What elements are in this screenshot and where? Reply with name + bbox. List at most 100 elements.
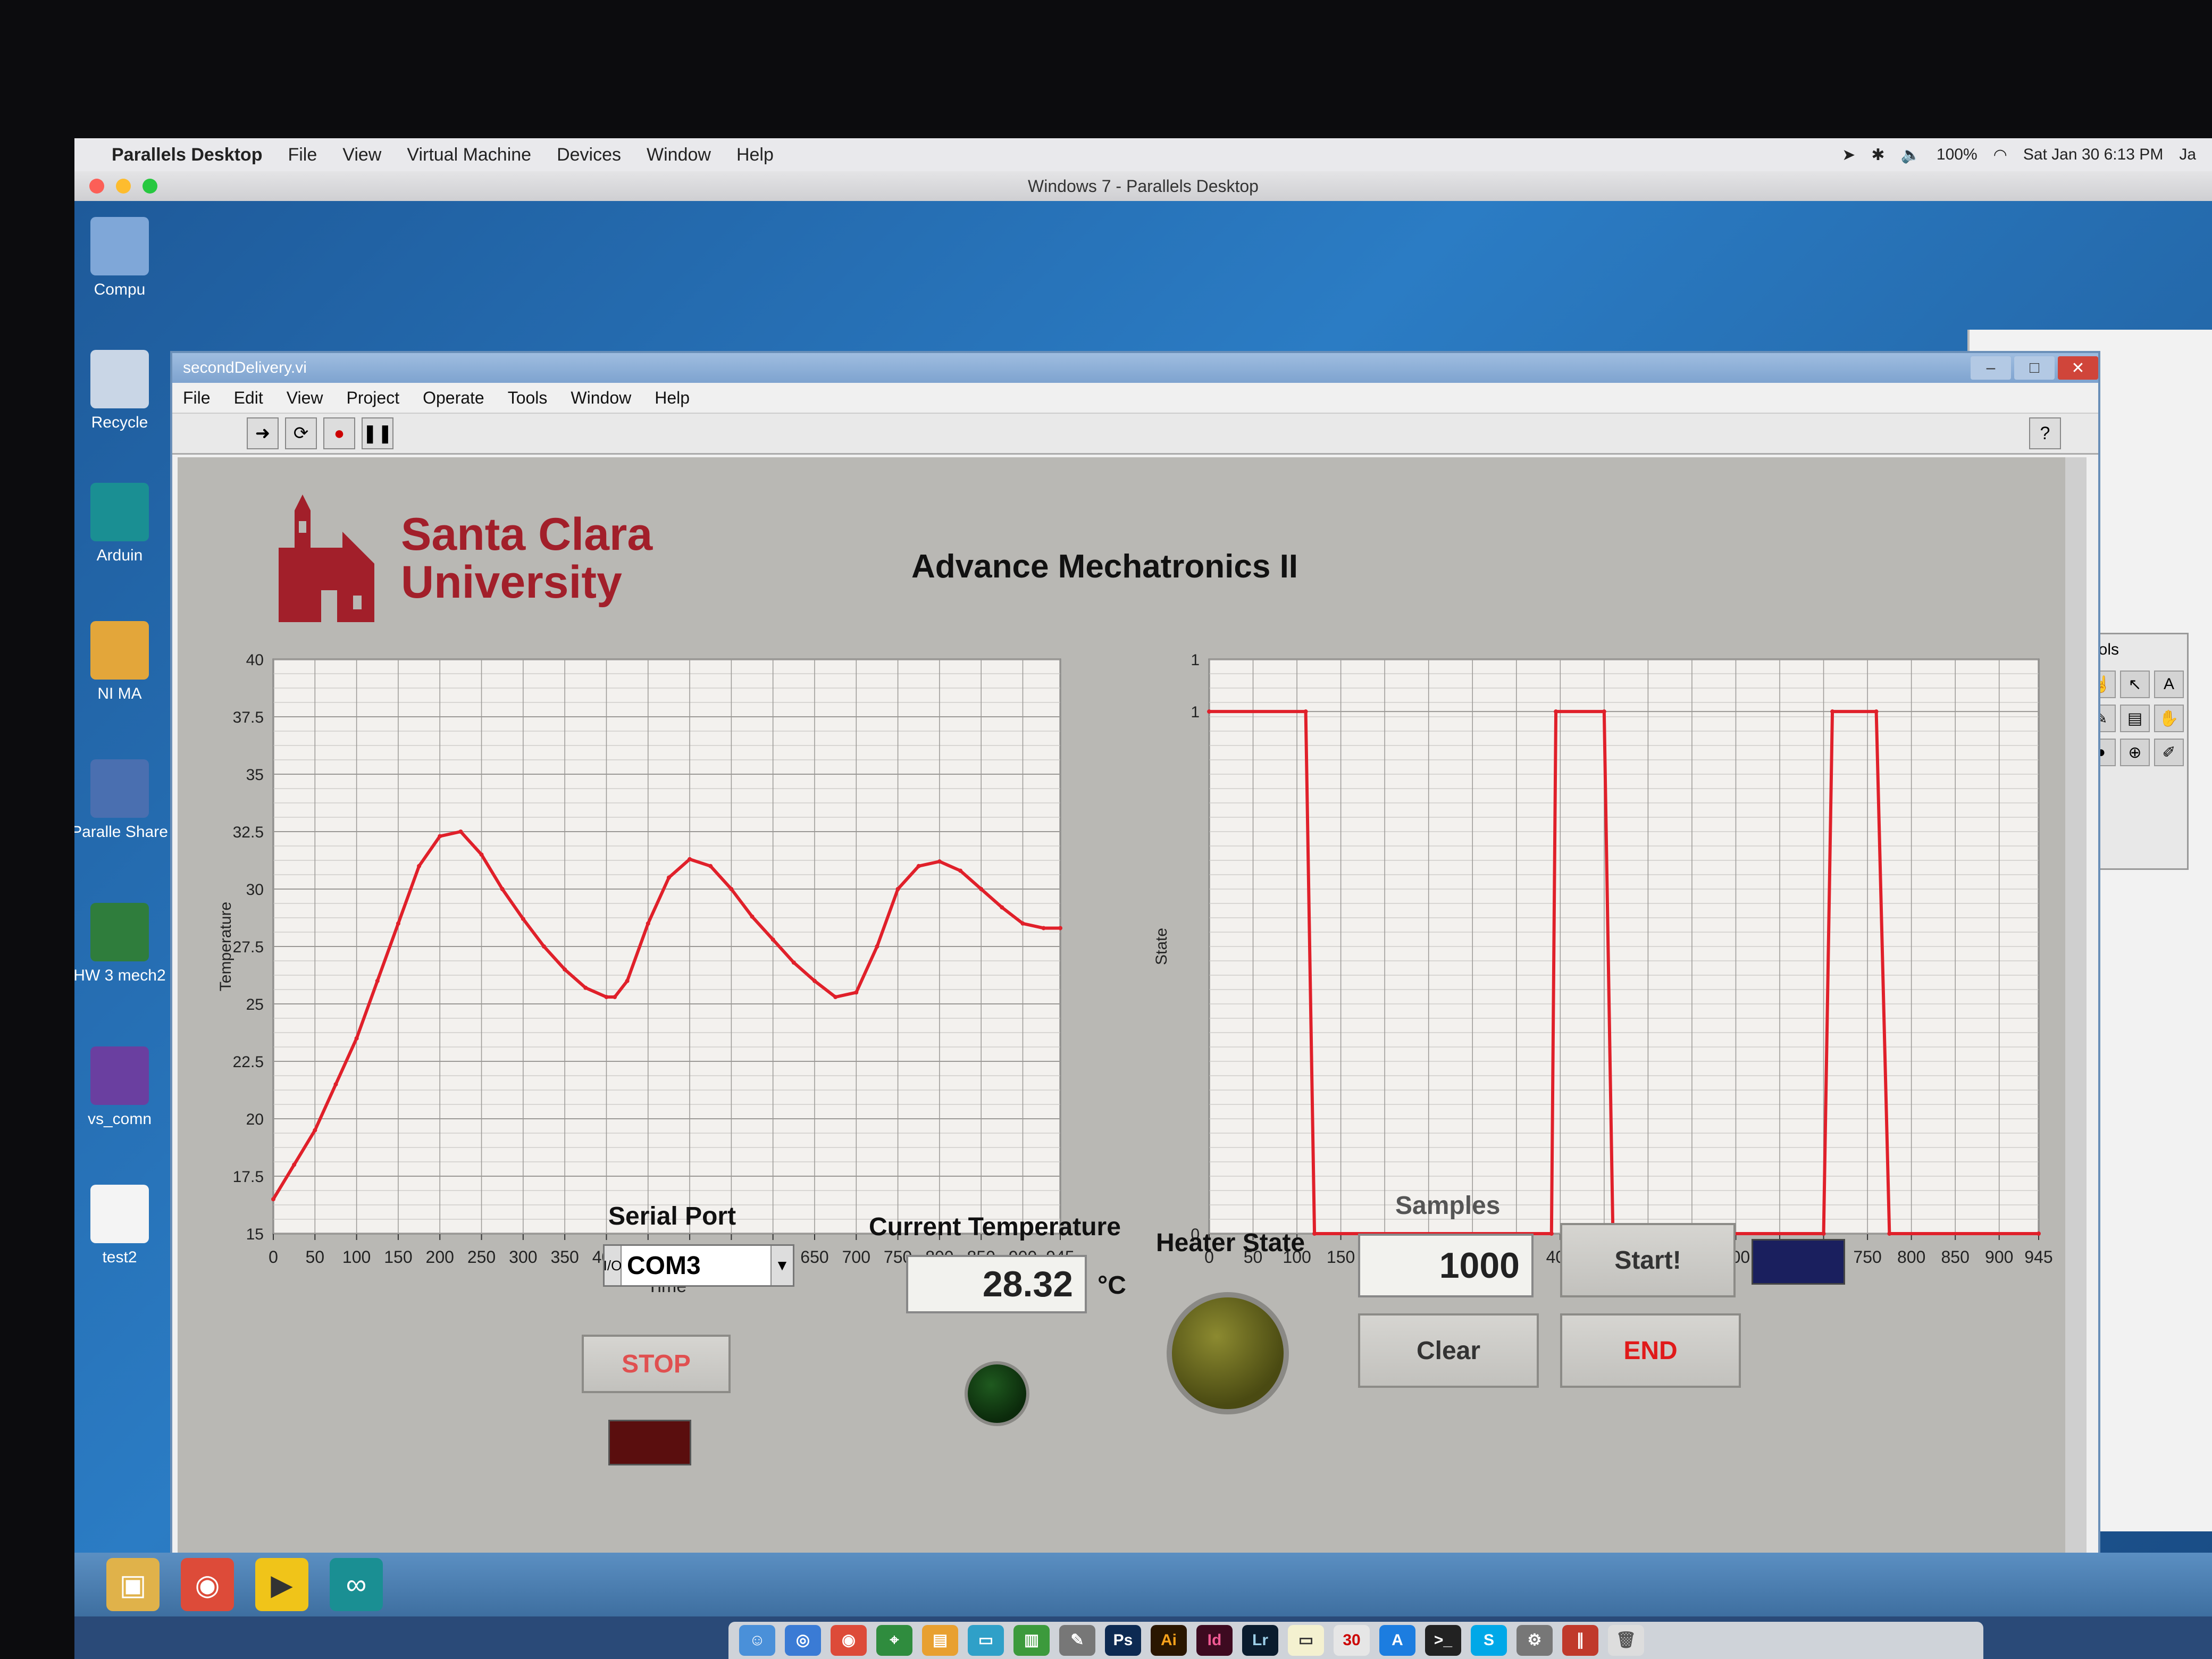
x-tick-label: 750: [1853, 1247, 1881, 1267]
data-point: [688, 857, 692, 861]
desktop-icon-arduino[interactable]: Arduin: [74, 483, 175, 565]
data-point: [354, 1036, 359, 1041]
maximize-icon[interactable]: □: [2014, 356, 2055, 380]
x-tick-label: 150: [384, 1247, 412, 1267]
context-help-icon[interactable]: ?: [2029, 417, 2061, 449]
x-tick-label: 50: [306, 1247, 325, 1267]
end-button[interactable]: END: [1560, 1313, 1741, 1388]
data-point: [1821, 1231, 1826, 1236]
desktop-icon-test2[interactable]: test2: [74, 1185, 175, 1267]
abort-icon[interactable]: ●: [323, 417, 355, 449]
indesign-icon[interactable]: Id: [1196, 1625, 1233, 1656]
maps-icon[interactable]: ⌖: [876, 1625, 912, 1656]
menu-window[interactable]: Window: [571, 388, 631, 408]
menu-window[interactable]: Window: [647, 145, 711, 165]
data-point: [791, 960, 796, 965]
terminal-icon[interactable]: >_: [1425, 1625, 1461, 1656]
chrome-icon[interactable]: ◉: [181, 1558, 234, 1611]
x-tick-label: 350: [550, 1247, 579, 1267]
vertical-scrollbar[interactable]: [2065, 457, 2087, 1553]
desktop-icon-label: Arduin: [96, 547, 143, 564]
menu-file[interactable]: File: [183, 388, 211, 408]
app-store-icon[interactable]: A: [1379, 1625, 1415, 1656]
position-tool-icon[interactable]: ↖: [2120, 671, 2150, 698]
status-area: ➤ ✱ 🔈 100% ◠ Sat Jan 30 6:13 PM Ja: [1842, 146, 2212, 164]
close-icon[interactable]: ✕: [2058, 356, 2098, 380]
photoshop-icon[interactable]: Ps: [1105, 1625, 1141, 1656]
notes-icon[interactable]: ▭: [968, 1625, 1004, 1656]
text-tool-icon[interactable]: A: [2154, 671, 2184, 698]
menu-project[interactable]: Project: [346, 388, 399, 408]
clock[interactable]: Sat Jan 30 6:13 PM: [2023, 146, 2164, 164]
probe-tool-icon[interactable]: ⊕: [2120, 739, 2150, 766]
user-name[interactable]: Ja: [2179, 146, 2196, 164]
shortcut-menu-icon[interactable]: ▤: [2120, 705, 2150, 732]
data-point: [521, 917, 525, 921]
battery-label[interactable]: 100%: [1937, 146, 1978, 164]
safari-icon[interactable]: ◎: [785, 1625, 821, 1656]
stop-button[interactable]: STOP: [582, 1335, 731, 1393]
menu-help[interactable]: Help: [736, 145, 774, 165]
menu-tools[interactable]: Tools: [508, 388, 548, 408]
skype-icon[interactable]: S: [1471, 1625, 1507, 1656]
run-continuously-icon[interactable]: ⟳: [285, 417, 317, 449]
lightroom-icon[interactable]: Lr: [1242, 1625, 1278, 1656]
menu-help[interactable]: Help: [655, 388, 690, 408]
stickies-icon[interactable]: ▭: [1288, 1625, 1324, 1656]
numbers-icon[interactable]: ▥: [1013, 1625, 1050, 1656]
parallels-icon[interactable]: ∥: [1562, 1625, 1598, 1656]
menu-virtual-machine[interactable]: Virtual Machine: [407, 145, 531, 165]
pause-icon[interactable]: ❚❚: [362, 417, 393, 449]
desktop-icon-vs[interactable]: vs_comn: [74, 1046, 175, 1128]
desktop-icon-parallels-share[interactable]: Paralle Share: [74, 759, 175, 841]
menu-view[interactable]: View: [287, 388, 323, 408]
state-graph[interactable]: 0501001502002503003504004505005506006507…: [1145, 638, 2060, 1316]
data-point: [646, 921, 650, 926]
samples-input[interactable]: 1000: [1358, 1234, 1534, 1297]
minimize-icon[interactable]: –: [1971, 356, 2011, 380]
wifi-icon[interactable]: ◠: [1993, 146, 2007, 164]
trash-icon[interactable]: 🗑: [1608, 1625, 1644, 1656]
explorer-icon[interactable]: ▣: [106, 1558, 160, 1611]
system-preferences-icon[interactable]: ⚙: [1516, 1625, 1553, 1656]
state-chart-svg[interactable]: 0501001502002503003504004505005506006507…: [1145, 638, 2060, 1313]
serial-port-value[interactable]: COM3: [622, 1251, 770, 1280]
desktop-icon-hw3[interactable]: HW 3 mech2: [74, 903, 175, 985]
illustrator-icon[interactable]: Ai: [1151, 1625, 1187, 1656]
data-point: [396, 921, 400, 926]
script-editor-icon[interactable]: ✎: [1059, 1625, 1095, 1656]
data-point: [604, 995, 609, 1000]
serial-port-combo[interactable]: I/O COM3 ▼: [603, 1244, 794, 1287]
y-tick-label: 25: [246, 996, 264, 1013]
labview-icon[interactable]: ▶: [255, 1558, 308, 1611]
chrome-icon[interactable]: ◉: [831, 1625, 867, 1656]
menu-devices[interactable]: Devices: [557, 145, 621, 165]
arduino-icon[interactable]: ∞: [330, 1558, 383, 1611]
y-tick-label: 22.5: [233, 1053, 264, 1071]
preview-icon[interactable]: ▤: [922, 1625, 958, 1656]
scroll-tool-icon[interactable]: ✋: [2154, 705, 2184, 732]
data-point: [1887, 1231, 1892, 1236]
finder-icon[interactable]: ☺: [739, 1625, 775, 1656]
menu-operate[interactable]: Operate: [423, 388, 484, 408]
menu-view[interactable]: View: [342, 145, 381, 165]
start-button[interactable]: Start!: [1560, 1223, 1736, 1297]
run-icon[interactable]: ➜: [247, 417, 279, 449]
location-icon[interactable]: ➤: [1842, 146, 1855, 164]
color-picker-icon[interactable]: ✐: [2154, 739, 2184, 766]
desktop-icon-label: HW 3 mech2: [74, 967, 166, 984]
menu-app[interactable]: Parallels Desktop: [112, 145, 262, 165]
data-point: [854, 990, 859, 995]
chevron-down-icon[interactable]: ▼: [770, 1246, 793, 1285]
bluetooth-icon[interactable]: ✱: [1871, 146, 1884, 164]
clear-button[interactable]: Clear: [1358, 1313, 1539, 1388]
calendar-icon[interactable]: 30: [1334, 1625, 1370, 1656]
menu-file[interactable]: File: [288, 145, 317, 165]
menu-edit[interactable]: Edit: [234, 388, 263, 408]
y-tick-label: 27.5: [233, 939, 264, 956]
volume-icon[interactable]: 🔈: [1901, 146, 1921, 164]
desktop-icon-recycle[interactable]: Recycle: [74, 350, 175, 432]
desktop-icon-computer[interactable]: Compu: [74, 217, 175, 299]
desktop-icon-ni-max[interactable]: NI MA: [74, 621, 175, 703]
x-tick-label: 945: [2024, 1247, 2052, 1267]
